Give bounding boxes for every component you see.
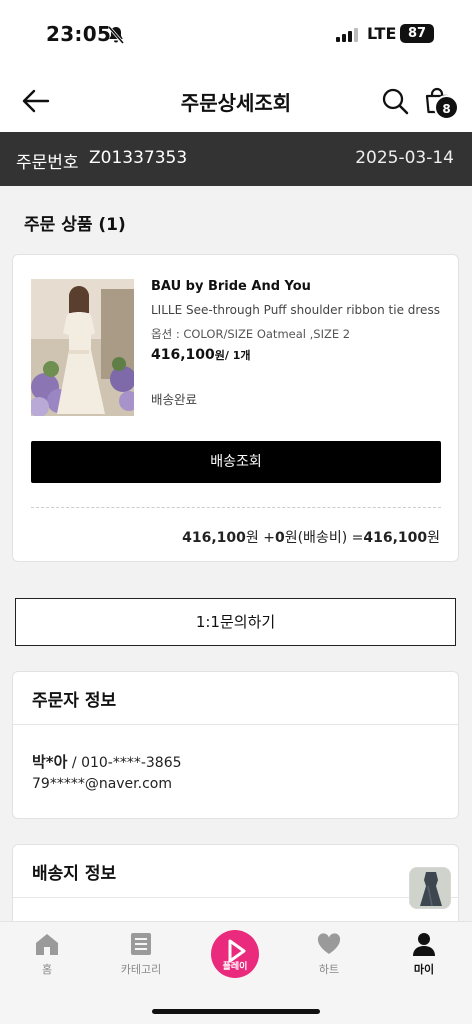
category-icon — [131, 933, 151, 955]
shipping-info-header: 배송지 정보 — [13, 845, 458, 898]
nav-my-label: 마이 — [413, 963, 435, 976]
nav-home-label: 홈 — [41, 963, 53, 976]
track-delivery-button[interactable]: 배송조회 — [31, 441, 441, 483]
final-amount: 416,100 — [363, 530, 428, 546]
home-icon — [36, 934, 58, 955]
home-indicator — [152, 1009, 320, 1014]
divider — [31, 507, 441, 508]
order-products-title: 주문 상품 (1) — [24, 215, 126, 235]
delivery-status: 배송완료 — [151, 392, 198, 407]
orderer-contact: 박*아 / 010-****-3865 — [32, 751, 182, 772]
status-bar: 23:05 LTE 87 — [0, 0, 472, 70]
nav-category[interactable]: 카테고리 — [106, 932, 176, 977]
orderer-name: 박*아 — [32, 753, 68, 771]
nav-play[interactable]: 플레이 — [211, 930, 259, 978]
order-total: 416,100원 +0원(배송비) =416,100원 — [182, 527, 440, 547]
product-name[interactable]: LILLE See-through Puff shoulder ribbon t… — [151, 303, 443, 317]
bell-off-icon — [107, 26, 125, 44]
order-date: 2025-03-14 — [355, 148, 454, 168]
nav-play-label: 플레이 — [222, 962, 248, 972]
status-time: 23:05 — [46, 22, 112, 46]
nav-heart-label: 하트 — [318, 963, 340, 976]
final-amount-unit: 원 — [427, 530, 440, 546]
price-unit: 원/ 1개 — [214, 349, 251, 362]
price-value: 416,100 — [151, 347, 215, 363]
product-option: 옵션 : COLOR/SIZE Oatmeal ,SIZE 2 — [151, 327, 351, 341]
nav-category-label: 카테고리 — [120, 963, 162, 976]
nav-heart[interactable]: 하트 — [294, 932, 364, 977]
order-number-bar: 주문번호 Z01337353 2025-03-14 — [0, 132, 472, 186]
product-brand: BAU by Bride And You — [151, 279, 311, 294]
product-thumbnail[interactable] — [31, 279, 134, 416]
shipping-fee-unit: 원(배송비) = — [284, 530, 364, 546]
battery-indicator: 87 — [400, 24, 434, 43]
cart-count-badge: 8 — [434, 95, 459, 120]
shipping-info-title: 배송지 정보 — [32, 864, 117, 884]
product-amount-unit: 원 + — [245, 530, 275, 546]
product-amount: 416,100 — [182, 530, 246, 546]
order-number-label: 주문번호 — [16, 153, 79, 173]
shipping-fee: 0 — [274, 530, 285, 546]
orderer-info-title: 주문자 정보 — [32, 691, 117, 711]
nav-my[interactable]: 마이 — [389, 932, 459, 977]
person-icon — [413, 933, 435, 956]
orderer-email: 79*****@naver.com — [32, 776, 172, 792]
product-price: 416,100원/ 1개 — [151, 347, 251, 363]
orderer-info-header: 주문자 정보 — [13, 672, 458, 725]
nav-home[interactable]: 홈 — [12, 932, 82, 977]
app-header: 주문상세조회 — [0, 70, 472, 132]
search-icon[interactable] — [380, 86, 410, 116]
one-to-one-inquiry-button[interactable]: 1:1문의하기 — [15, 598, 456, 646]
heart-icon — [317, 933, 341, 954]
signal-icon — [336, 28, 358, 42]
network-type: LTE — [367, 24, 397, 43]
order-number: Z01337353 — [89, 148, 188, 168]
orderer-info-card: 주문자 정보 박*아 / 010-****-3865 79*****@naver… — [12, 671, 459, 819]
bottom-navigation: 홈 카테고리 플레이 하트 마이 — [0, 921, 472, 1024]
orderer-phone: / 010-****-3865 — [67, 755, 182, 771]
product-card: BAU by Bride And You LILLE See-through P… — [12, 254, 459, 562]
floating-product-thumbnail[interactable] — [409, 867, 451, 909]
